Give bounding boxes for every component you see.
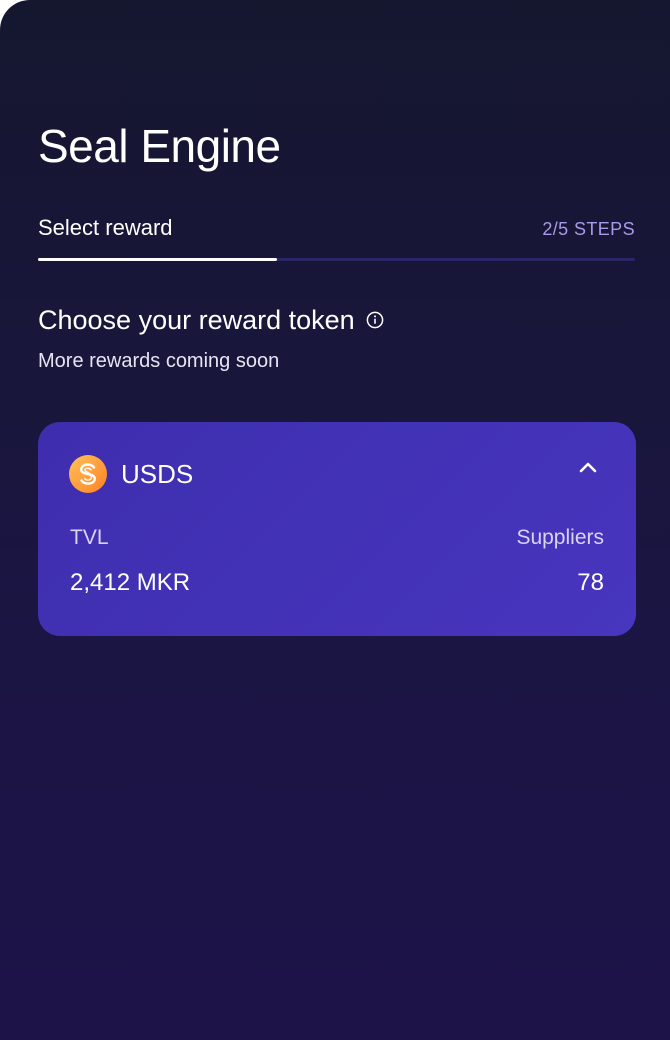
usds-token-icon <box>69 455 107 493</box>
tvl-value: 2,412 MKR <box>70 569 191 596</box>
reward-token-heading-text: Choose your reward token <box>38 305 355 335</box>
usds-token-card[interactable]: USDS TVL Suppliers 2,412 MKR 78 <box>38 422 636 636</box>
current-step-label: Select reward <box>38 215 173 240</box>
token-name: USDS <box>121 459 194 489</box>
suppliers-value: 78 <box>577 569 604 596</box>
tvl-label: TVL <box>70 526 109 549</box>
step-progress-bar <box>38 258 635 261</box>
seal-engine-panel: Seal Engine Select reward 2/5 STEPS Choo… <box>0 0 670 1040</box>
step-progress-fill <box>38 258 277 261</box>
suppliers-label: Suppliers <box>516 526 604 549</box>
step-counter: 2/5 STEPS <box>542 219 635 239</box>
reward-token-subtitle: More rewards coming soon <box>38 350 280 372</box>
chevron-up-icon[interactable] <box>578 460 598 474</box>
page-title: Seal Engine <box>38 120 281 172</box>
reward-token-heading: Choose your reward token <box>38 303 384 337</box>
info-circle-icon[interactable] <box>366 311 384 329</box>
